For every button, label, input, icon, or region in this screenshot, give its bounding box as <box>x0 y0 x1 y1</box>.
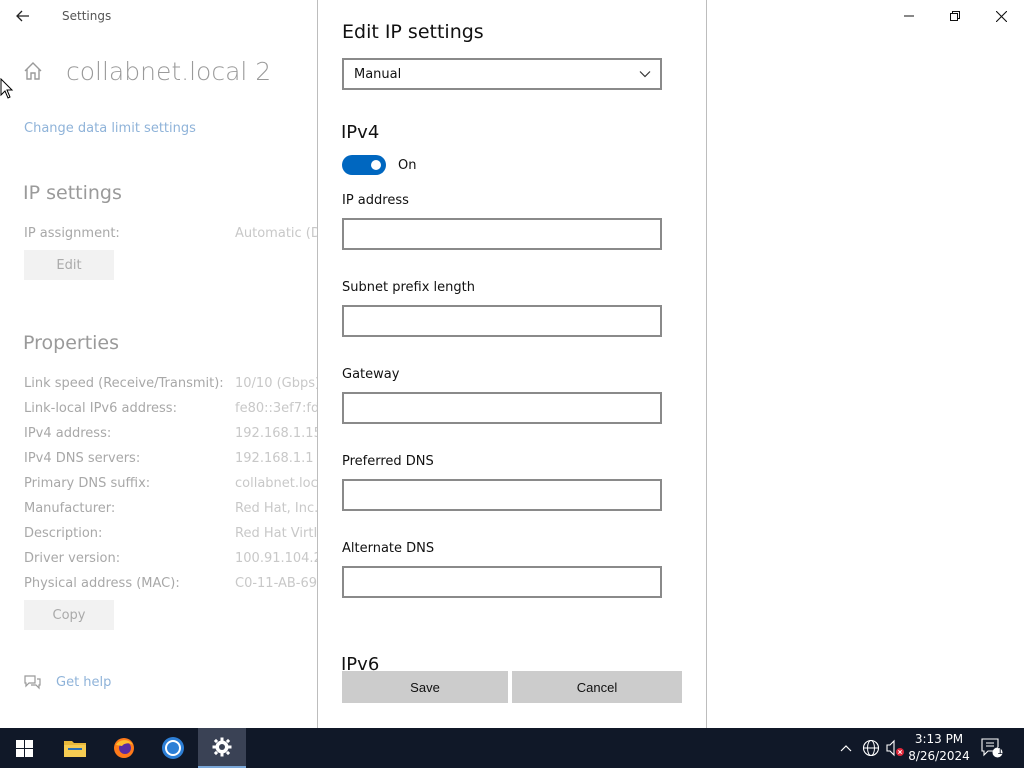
property-label: IPv4 DNS servers: <box>24 451 141 466</box>
subnet-prefix-label: Subnet prefix length <box>342 280 475 295</box>
get-help-link[interactable]: Get help <box>56 675 111 690</box>
network-tray-button[interactable] <box>860 728 882 768</box>
show-hidden-icons-button[interactable] <box>836 728 856 768</box>
property-value: 192.168.1.15 <box>235 426 317 441</box>
home-icon[interactable] <box>22 60 46 84</box>
taskbar-firefox[interactable] <box>100 728 148 768</box>
ip-address-label: IP address <box>342 193 409 208</box>
clock-time: 3:13 PM <box>914 732 964 746</box>
property-value: 192.168.1.1 <box>235 451 314 466</box>
property-label: Primary DNS suffix: <box>24 476 151 491</box>
restore-icon <box>950 11 960 21</box>
chevron-up-icon <box>840 745 852 752</box>
edit-ip-settings-dialog: Edit IP settings Manual IPv4 On IP addre… <box>317 0 707 728</box>
chevron-down-icon <box>639 71 651 78</box>
property-value: 10/10 (Gbps) <box>235 376 317 391</box>
minimize-button[interactable] <box>886 0 932 32</box>
taskbar-chrome[interactable] <box>149 728 197 768</box>
back-button[interactable] <box>8 4 38 28</box>
action-center-button[interactable]: 1 <box>980 728 1004 768</box>
back-arrow-icon <box>16 10 29 22</box>
save-button[interactable]: Save <box>342 671 508 703</box>
property-value: 100.91.104.225 <box>235 551 317 566</box>
volume-muted-icon <box>886 739 904 757</box>
minimize-icon <box>904 15 914 17</box>
toggle-knob <box>371 160 381 170</box>
file-explorer-icon <box>64 741 86 757</box>
ip-address-input[interactable] <box>342 218 662 250</box>
ip-mode-dropdown[interactable]: Manual <box>342 58 662 90</box>
notification-count: 1 <box>996 746 1004 757</box>
property-value: Red Hat VirtI <box>235 526 317 541</box>
ip-assignment-label: IP assignment: <box>24 226 120 241</box>
property-label: Manufacturer: <box>24 501 116 516</box>
taskbar-clock[interactable]: 3:13 PM 8/26/2024 <box>904 731 974 765</box>
edit-ip-button[interactable]: Edit <box>24 250 114 280</box>
change-data-limit-link[interactable]: Change data limit settings <box>24 121 196 136</box>
clock-date: 8/26/2024 <box>908 749 970 763</box>
settings-icon <box>212 737 232 757</box>
page-title: collabnet.local 2 <box>66 57 272 86</box>
property-label: IPv4 address: <box>24 426 112 441</box>
property-value: fe80::3ef7:fd6 <box>235 401 317 416</box>
start-icon <box>15 739 33 757</box>
ipv4-heading: IPv4 <box>341 122 380 143</box>
chrome-icon <box>162 737 184 759</box>
firefox-icon <box>114 738 134 758</box>
ip-assignment-value: Automatic (D <box>235 226 317 241</box>
cancel-button[interactable]: Cancel <box>512 671 682 703</box>
preferred-dns-input[interactable] <box>342 479 662 511</box>
copy-button[interactable]: Copy <box>24 600 114 630</box>
ip-mode-selected: Manual <box>354 66 402 82</box>
mouse-cursor-icon <box>0 78 14 99</box>
property-label: Link-local IPv6 address: <box>24 401 177 416</box>
taskbar-settings[interactable] <box>198 728 246 768</box>
properties-heading: Properties <box>23 332 120 354</box>
taskbar: 3:13 PM 8/26/2024 1 <box>0 728 1024 768</box>
property-label: Description: <box>24 526 103 541</box>
property-value: C0-11-AB-69- <box>235 576 317 591</box>
subnet-prefix-input[interactable] <box>342 305 662 337</box>
property-value: collabnet.loca <box>235 476 317 491</box>
property-label: Link speed (Receive/Transmit): <box>24 376 224 391</box>
start-button[interactable] <box>0 728 48 768</box>
close-button[interactable] <box>978 0 1024 32</box>
volume-tray-button[interactable] <box>884 728 906 768</box>
ipv4-toggle-state: On <box>398 158 417 173</box>
app-title: Settings <box>62 9 112 23</box>
property-label: Physical address (MAC): <box>24 576 180 591</box>
dialog-title: Edit IP settings <box>342 21 484 43</box>
network-globe-icon <box>862 739 880 757</box>
close-icon <box>995 10 1007 22</box>
alternate-dns-label: Alternate DNS <box>342 541 435 556</box>
get-help-icon <box>22 673 42 693</box>
screen: Settings collabnet.local 2 Change data l… <box>0 0 1024 768</box>
alternate-dns-input[interactable] <box>342 566 662 598</box>
restore-button[interactable] <box>932 0 978 32</box>
ipv4-toggle[interactable] <box>342 155 386 175</box>
taskbar-file-explorer[interactable] <box>51 728 99 768</box>
preferred-dns-label: Preferred DNS <box>342 454 434 469</box>
property-value: Red Hat, Inc. <box>235 501 317 516</box>
ip-settings-heading: IP settings <box>23 182 122 204</box>
property-label: Driver version: <box>24 551 121 566</box>
gateway-input[interactable] <box>342 392 662 424</box>
gateway-label: Gateway <box>342 367 400 382</box>
